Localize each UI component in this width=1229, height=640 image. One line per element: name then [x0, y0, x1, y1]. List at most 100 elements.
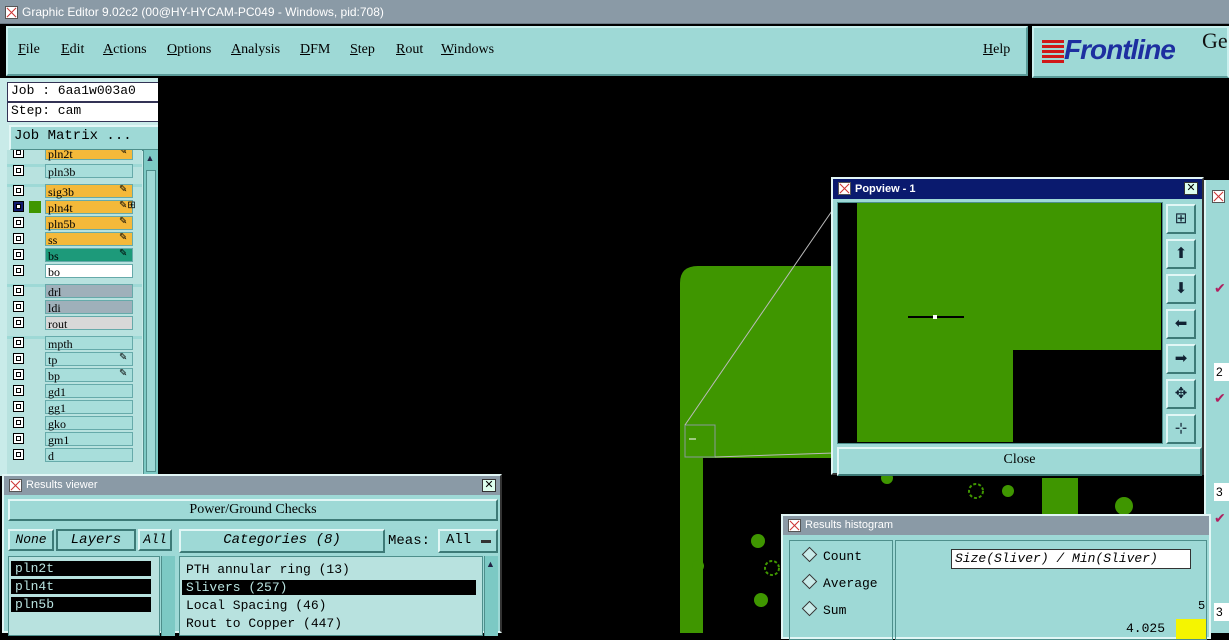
list-item[interactable]: PTH annular ring (13): [182, 562, 476, 577]
layer-row[interactable]: pln4t ✎⊞: [7, 200, 142, 215]
right-panel-value: 3: [1214, 483, 1229, 501]
layer-row[interactable]: gd1: [7, 384, 142, 399]
zoom-out-icon[interactable]: ⊹: [1166, 414, 1196, 444]
scroll-thumb[interactable]: [146, 170, 156, 472]
pan-up-icon[interactable]: ⬆: [1166, 239, 1196, 269]
layer-list-scrollbar[interactable]: [161, 556, 175, 636]
menu-actions[interactable]: Actions: [103, 42, 147, 58]
scroll-up-icon[interactable]: ▲: [145, 154, 155, 163]
menu-windows[interactable]: Windows: [441, 42, 494, 58]
layer-checkbox[interactable]: [13, 353, 24, 364]
list-item[interactable]: pln4t: [11, 579, 151, 594]
layer-checkbox[interactable]: [13, 385, 24, 396]
window-title: Graphic Editor 9.02c2 (00@HY-HYCAM-PC049…: [22, 5, 384, 19]
layer-name[interactable]: gm1: [45, 432, 133, 447]
layer-name[interactable]: rout: [45, 316, 133, 331]
layer-row[interactable]: d: [7, 448, 142, 463]
check-mark-icon: ✔: [1214, 390, 1226, 406]
layer-checkbox[interactable]: [13, 401, 24, 412]
layer-checkbox[interactable]: [13, 201, 24, 212]
popview-title: Popview - 1: [855, 183, 916, 195]
layers-all-button[interactable]: All: [138, 529, 172, 551]
menu-help[interactable]: Help: [983, 42, 1010, 58]
layer-checkbox[interactable]: [13, 150, 24, 158]
layer-name[interactable]: gko: [45, 416, 133, 431]
layer-name[interactable]: mpth: [45, 336, 133, 351]
pan-left-icon[interactable]: ⬅: [1166, 309, 1196, 339]
count-radio[interactable]: Count: [801, 546, 862, 564]
layer-checkbox[interactable]: [13, 233, 24, 244]
menu-dfm[interactable]: DFM: [300, 42, 330, 58]
app-icon: [5, 6, 18, 19]
category-list-scrollbar[interactable]: ▲: [484, 556, 498, 636]
layer-checkbox[interactable]: [13, 369, 24, 380]
layer-name[interactable]: gg1: [45, 400, 133, 415]
brand-suffix: Ge: [1202, 28, 1228, 53]
layer-name[interactable]: gd1: [45, 384, 133, 399]
layer-checkbox[interactable]: [13, 249, 24, 260]
list-item-selected[interactable]: Slivers (257): [182, 580, 476, 595]
layer-checkbox[interactable]: [13, 165, 24, 176]
layer-checkbox[interactable]: [13, 285, 24, 296]
layer-checkbox[interactable]: [13, 337, 24, 348]
popview-close-button[interactable]: Close: [837, 447, 1202, 476]
job-name: Job : 6aa1w003a0: [7, 82, 162, 102]
list-item[interactable]: Local Spacing (46): [182, 598, 476, 613]
layer-row[interactable]: ss ✎: [7, 232, 142, 247]
pan-right-icon[interactable]: ➡: [1166, 344, 1196, 374]
job-matrix-button[interactable]: Job Matrix ...: [9, 125, 162, 151]
menu-step[interactable]: Step: [350, 42, 375, 58]
power-ground-checks-button[interactable]: Power/Ground Checks: [8, 499, 498, 521]
layer-checkbox[interactable]: [13, 317, 24, 328]
layer-row[interactable]: tp ✎: [7, 352, 142, 367]
menu-options[interactable]: Options: [167, 42, 211, 58]
layer-checkbox[interactable]: [13, 265, 24, 276]
zoom-fit-icon[interactable]: ⊞: [1166, 204, 1196, 234]
layer-row[interactable]: bp ✎: [7, 368, 142, 383]
layer-row[interactable]: mpth: [7, 336, 142, 351]
layer-row[interactable]: gg1: [7, 400, 142, 415]
layer-name[interactable]: bo: [45, 264, 133, 279]
layer-row[interactable]: gko: [7, 416, 142, 431]
layer-row[interactable]: rout: [7, 316, 142, 331]
list-item[interactable]: Rout to Copper (447): [182, 616, 476, 631]
layer-row[interactable]: pln3b: [7, 164, 142, 179]
popview-canvas[interactable]: [837, 202, 1163, 444]
popview-close-icon[interactable]: ✕: [1184, 182, 1198, 195]
layer-row[interactable]: pln2t ✎: [7, 150, 142, 161]
layer-row[interactable]: gm1: [7, 432, 142, 447]
layers-none-button[interactable]: None: [8, 529, 54, 551]
window-title-bar: Graphic Editor 9.02c2 (00@HY-HYCAM-PC049…: [0, 0, 1229, 24]
layer-row[interactable]: bs ✎: [7, 248, 142, 263]
list-item[interactable]: pln5b: [11, 597, 151, 612]
layer-row[interactable]: drl: [7, 284, 142, 299]
layer-checkbox[interactable]: [13, 217, 24, 228]
layer-checkbox[interactable]: [13, 301, 24, 312]
meas-select[interactable]: All: [438, 529, 498, 553]
layer-name[interactable]: drl: [45, 284, 133, 299]
layer-checkbox[interactable]: [13, 417, 24, 428]
layer-row[interactable]: bo: [7, 264, 142, 279]
layer-checkbox[interactable]: [13, 433, 24, 444]
layer-name[interactable]: pln3b: [45, 164, 133, 179]
list-item[interactable]: pln2t: [11, 561, 151, 576]
menu-analysis[interactable]: Analysis: [231, 42, 280, 58]
sum-radio[interactable]: Sum: [801, 600, 846, 618]
menu-file[interactable]: File: [18, 42, 40, 58]
layer-row[interactable]: pln5b ✎: [7, 216, 142, 231]
layer-list-scrollbar[interactable]: ▲: [143, 150, 158, 480]
layer-checkbox[interactable]: [13, 185, 24, 196]
pan-down-icon[interactable]: ⬇: [1166, 274, 1196, 304]
layer-row[interactable]: ldi: [7, 300, 142, 315]
layer-row[interactable]: sig3b ✎: [7, 184, 142, 199]
menu-rout[interactable]: Rout: [396, 42, 423, 58]
results-close-icon[interactable]: ✕: [482, 479, 496, 492]
results-viewer-window: Results viewer ✕ Power/Ground Checks Non…: [2, 474, 502, 636]
average-radio[interactable]: Average: [801, 573, 878, 591]
layer-name[interactable]: ldi: [45, 300, 133, 315]
layer-name[interactable]: d: [45, 448, 133, 463]
scroll-up-icon[interactable]: ▲: [486, 559, 495, 569]
zoom-in-icon[interactable]: ✥: [1166, 379, 1196, 409]
menu-edit[interactable]: Edit: [61, 42, 84, 58]
layer-checkbox[interactable]: [13, 449, 24, 460]
